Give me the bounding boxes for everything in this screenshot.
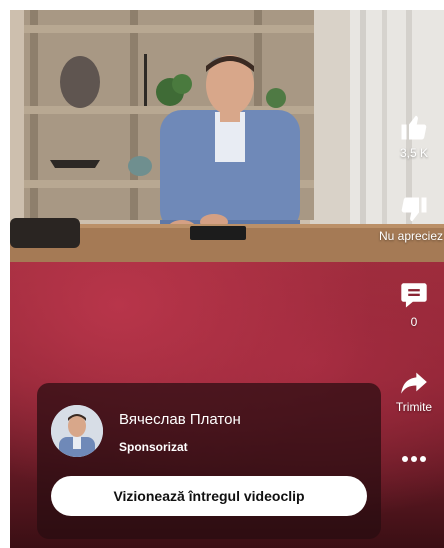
channel-avatar[interactable]	[51, 405, 103, 457]
more-options-button[interactable]	[384, 454, 444, 464]
side-actions: 3,5 K Nu apreciez 0 Trimite	[379, 10, 444, 548]
video-frame[interactable]	[10, 10, 444, 262]
dislike-button[interactable]: Nu apreciez	[379, 195, 444, 243]
shorts-player: 3,5 K Nu apreciez 0 Trimite Вячеслав Пла…	[10, 10, 444, 548]
dislike-label: Nu apreciez	[378, 229, 444, 243]
share-arrow-icon	[401, 372, 427, 394]
comment-count: 0	[410, 315, 418, 329]
share-label: Trimite	[395, 400, 433, 414]
channel-name[interactable]: Вячеслав Платон	[119, 411, 241, 428]
watch-full-video-button[interactable]: Vizionează întregul videoclip	[51, 476, 367, 516]
sponsored-card[interactable]: Вячеслав Платон Sponsorizat Vizionează î…	[37, 383, 381, 539]
comments-button[interactable]: 0	[384, 281, 444, 329]
share-button[interactable]: Trimite	[384, 368, 444, 414]
like-button[interactable]: 3,5 K	[384, 112, 444, 160]
comment-icon	[401, 283, 427, 308]
thumbs-down-icon	[401, 197, 427, 222]
avatar-image	[51, 405, 103, 457]
more-dots-icon	[402, 456, 426, 462]
video-scene-image	[10, 10, 444, 262]
like-count: 3,5 K	[399, 146, 429, 160]
sponsored-label: Sponsorizat	[119, 440, 188, 454]
thumbs-up-icon	[401, 115, 427, 140]
